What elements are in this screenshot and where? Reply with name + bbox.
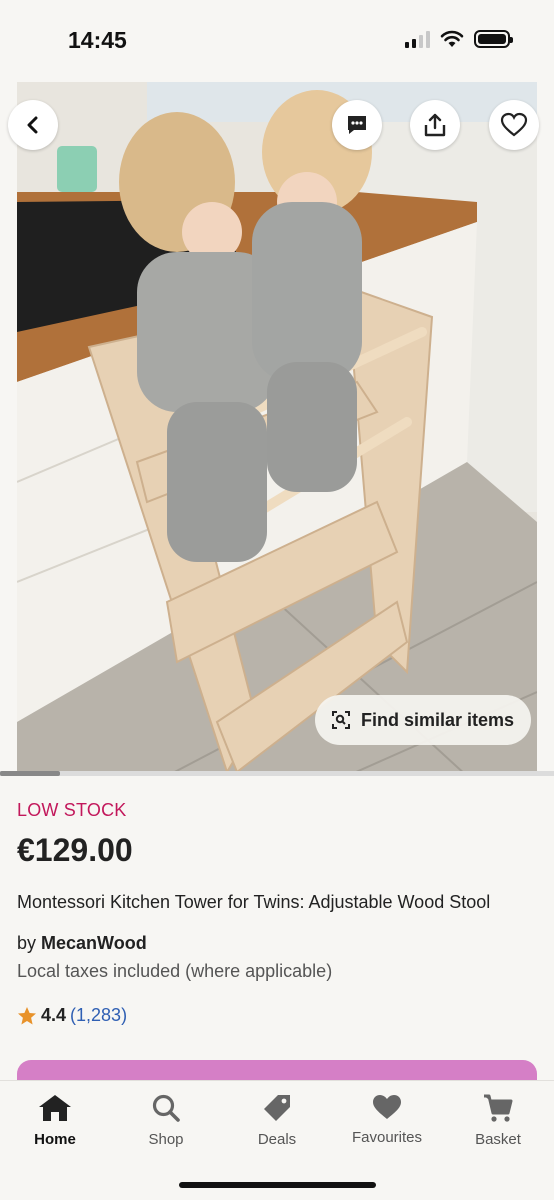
star-icon	[18, 1006, 36, 1024]
nav-favourites-label: Favourites	[351, 1129, 423, 1146]
review-count-link[interactable]: (1,283)	[70, 1005, 127, 1026]
nav-shop[interactable]: Shop	[116, 1093, 216, 1148]
message-icon	[348, 116, 366, 134]
tax-note: Local taxes included (where applicable)	[17, 961, 333, 981]
nav-basket-label: Basket	[475, 1131, 521, 1148]
heart-icon	[373, 1095, 401, 1119]
nav-home[interactable]: Home	[5, 1093, 105, 1148]
seller-prefix: by	[17, 933, 37, 953]
product-price: €129.00	[17, 832, 133, 868]
search-icon	[152, 1094, 180, 1122]
basket-icon	[484, 1094, 513, 1122]
nav-deals[interactable]: Deals	[227, 1093, 327, 1148]
visual-search-icon	[332, 711, 350, 729]
status-time: 14:45	[68, 27, 127, 53]
chevron-left-icon	[27, 116, 38, 134]
nav-deals-label: Deals	[257, 1131, 297, 1148]
tag-icon	[264, 1095, 290, 1121]
seller-name-link[interactable]: MecanWood	[41, 933, 147, 953]
home-icon	[39, 1095, 71, 1121]
product-title: Montessori Kitchen Tower for Twins: Adju…	[17, 892, 491, 912]
find-similar-label: Find similar items	[361, 709, 515, 730]
nav-home-label: Home	[34, 1131, 76, 1148]
favourite-button[interactable]	[489, 100, 539, 150]
nav-shop-label: Shop	[148, 1131, 184, 1148]
battery-icon	[474, 30, 513, 48]
rating-value: 4.4	[41, 1005, 67, 1025]
signal-icon	[405, 30, 430, 48]
nav-basket[interactable]: Basket	[448, 1093, 548, 1148]
message-button[interactable]	[332, 100, 382, 150]
product-image[interactable]	[17, 82, 537, 776]
back-button[interactable]	[8, 100, 58, 150]
nav-favourites[interactable]: Favourites	[337, 1093, 437, 1146]
status-bar: 14:45	[0, 0, 554, 80]
stock-badge: LOW STOCK	[17, 800, 127, 820]
share-button[interactable]	[410, 100, 460, 150]
home-indicator	[179, 1182, 376, 1188]
image-carousel-progress	[0, 771, 554, 776]
wifi-icon	[440, 30, 464, 47]
find-similar-button[interactable]: Find similar items	[315, 695, 531, 745]
share-icon	[424, 113, 446, 137]
seller-line: by MecanWood	[17, 933, 147, 954]
heart-icon	[500, 112, 528, 137]
product-rating[interactable]: 4.4 (1,283)	[17, 1005, 127, 1026]
status-icons	[405, 30, 513, 48]
